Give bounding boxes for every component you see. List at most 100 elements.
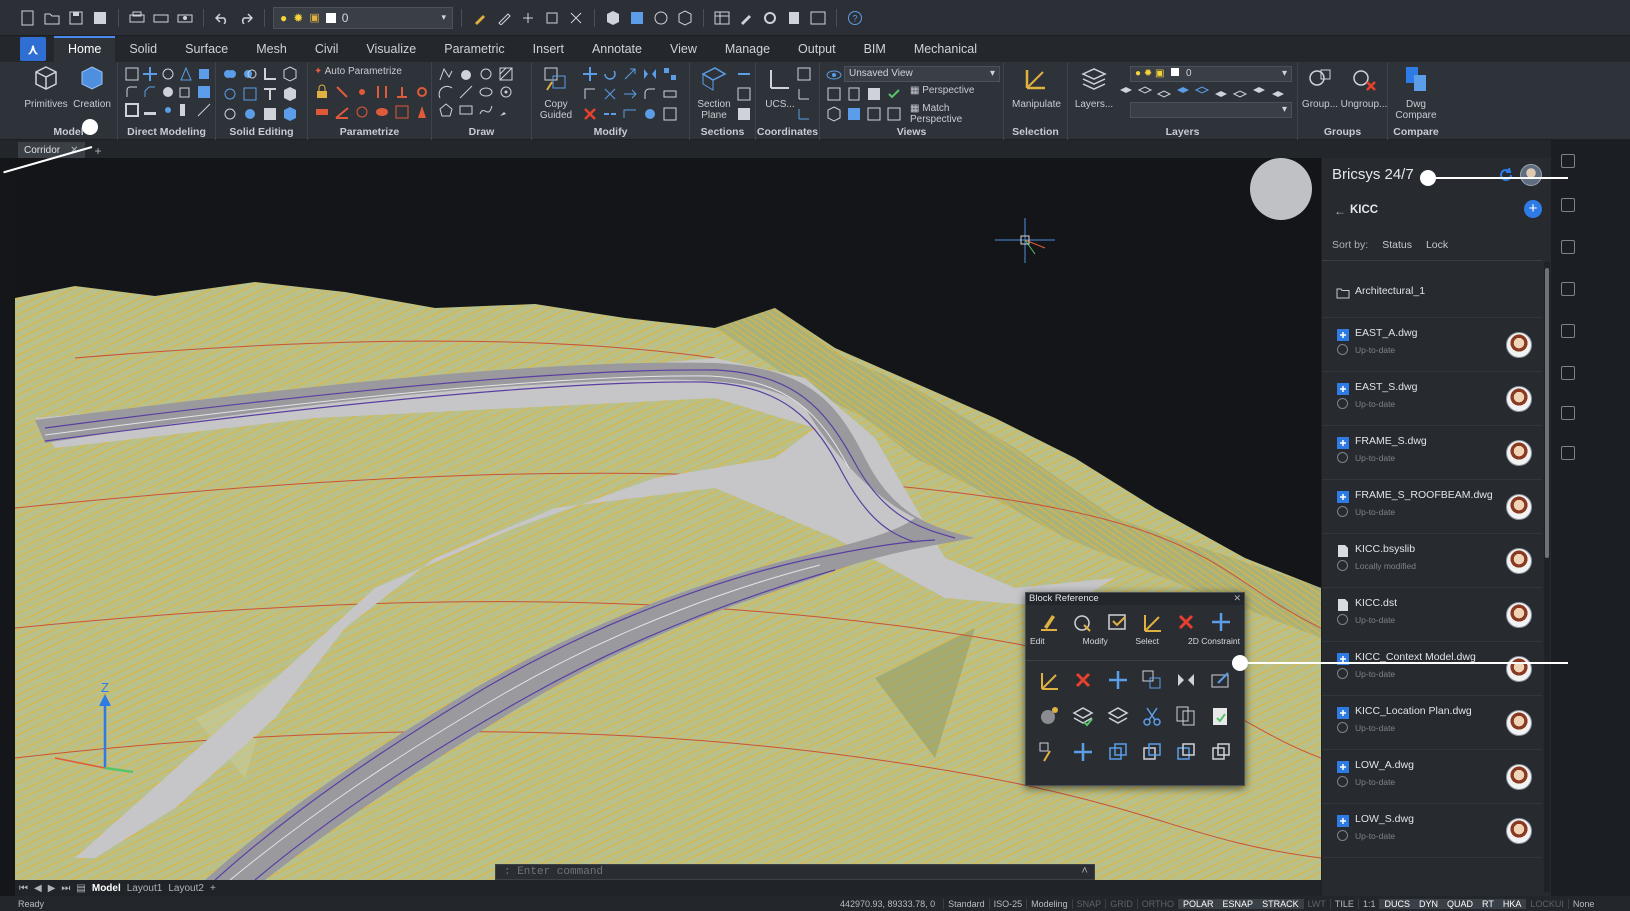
shell-icon[interactable] (124, 102, 140, 118)
table-icon[interactable] (712, 8, 732, 28)
refresh-icon[interactable] (1497, 166, 1515, 184)
status-toggle-grid[interactable]: GRID (1105, 898, 1137, 909)
move-icon[interactable] (582, 66, 598, 82)
owner-avatar[interactable] (1506, 602, 1532, 628)
fix-constraint-icon[interactable] (334, 84, 350, 100)
grid-settings-icon[interactable] (542, 8, 562, 28)
stretch-icon[interactable] (662, 86, 678, 102)
hand-icon[interactable] (458, 66, 474, 82)
tab-manage[interactable]: Manage (711, 36, 784, 62)
layer-dropdown[interactable]: ● ✹ ▣ 0 ▾ (1130, 66, 1292, 82)
polygon-icon[interactable] (438, 102, 454, 118)
status-toggle-none[interactable]: None (1567, 898, 1599, 909)
duplicate-icon[interactable] (1175, 705, 1197, 727)
view-manager-icon[interactable] (886, 106, 902, 122)
clipboard-icon[interactable] (1210, 705, 1232, 727)
file-item[interactable]: EAST_S.dwg Up-to-date (1322, 372, 1542, 426)
print-preview-icon[interactable] (175, 8, 195, 28)
close-icon[interactable]: ✕ (1233, 593, 1241, 604)
layer-check-icon[interactable] (1072, 705, 1095, 727)
move-face-icon[interactable] (142, 66, 158, 82)
owner-avatar[interactable] (1506, 818, 1532, 844)
tab-mesh[interactable]: Mesh (242, 36, 301, 62)
interfere-icon[interactable] (282, 66, 298, 82)
layer-dropdown[interactable]: ● ✹ ▣ 0 ▾ (273, 6, 453, 29)
owner-avatar[interactable] (1506, 656, 1532, 682)
hatch-icon[interactable] (498, 66, 514, 82)
last-layout-icon[interactable]: ⏭ (61, 883, 70, 894)
view-check-icon[interactable] (886, 86, 902, 102)
rotate-icon[interactable] (602, 66, 618, 82)
owner-avatar[interactable] (1506, 332, 1532, 358)
diameter-icon[interactable] (374, 104, 390, 120)
send-under-icon[interactable] (1210, 741, 1232, 763)
view-back-icon[interactable] (866, 106, 882, 122)
status-toggle-hka[interactable]: HKA (1497, 898, 1526, 909)
tab-view[interactable]: View (656, 36, 711, 62)
revolve-face-icon[interactable] (282, 86, 298, 102)
ucs-view-icon[interactable] (796, 86, 812, 102)
move-guided-icon[interactable] (1072, 741, 1094, 763)
modify-icon[interactable] (1072, 611, 1094, 633)
next-layout-icon[interactable]: ▶ (48, 883, 56, 894)
brush-icon[interactable] (498, 102, 514, 118)
mirror-icon[interactable] (1175, 669, 1197, 691)
scrollbar-thumb[interactable] (1545, 268, 1549, 558)
quad-label-2d-constraint[interactable]: 2D Constraint (1188, 636, 1240, 646)
rectangle-icon[interactable] (458, 102, 474, 118)
status-toggle-esnap[interactable]: ESNAP (1217, 898, 1258, 909)
library-panel-icon[interactable] (1561, 282, 1575, 296)
prev-layout-icon[interactable]: ◀ (34, 883, 42, 894)
help-icon[interactable]: ? (845, 8, 865, 28)
status-toggle-rt[interactable]: RT (1477, 898, 1498, 909)
layer-state-dropdown[interactable]: ▾ (1130, 102, 1292, 118)
manipulate-button[interactable]: Manipulate (1012, 64, 1061, 110)
delete-icon[interactable] (1175, 611, 1197, 633)
select-similar-icon[interactable] (1107, 611, 1129, 633)
redo-icon[interactable] (236, 8, 256, 28)
owner-avatar[interactable] (1506, 386, 1532, 412)
polyline-icon[interactable] (438, 66, 454, 82)
edit-icon[interactable] (736, 8, 756, 28)
layer-properties-icon[interactable] (1118, 84, 1134, 100)
snap-settings-icon[interactable] (518, 8, 538, 28)
file-item[interactable]: KICC.dst Up-to-date (1322, 588, 1542, 642)
copy-guided-icon[interactable] (1038, 741, 1060, 763)
view-cube-icon[interactable] (627, 8, 647, 28)
open-icon[interactable] (42, 8, 62, 28)
search-panel-icon[interactable] (1561, 446, 1575, 460)
section-icon[interactable] (242, 86, 258, 102)
offset-icon[interactable] (582, 86, 598, 102)
ellipse-icon[interactable] (478, 84, 494, 100)
status-toggle-lockui[interactable]: LOCKUI (1525, 898, 1568, 909)
view-side-icon[interactable] (866, 86, 882, 102)
view-top-icon[interactable] (826, 86, 842, 102)
perspective-toggle[interactable]: ▦ Perspective (910, 85, 974, 96)
tab-parametric[interactable]: Parametric (430, 36, 518, 62)
distance-icon[interactable] (314, 104, 330, 120)
bring-front-icon[interactable] (1107, 741, 1129, 763)
status-toggle-tile[interactable]: TILE (1329, 898, 1358, 909)
line-icon[interactable] (458, 84, 474, 100)
array-icon[interactable] (662, 66, 678, 82)
drawing-explorer-icon[interactable] (1561, 324, 1575, 338)
manipulate-icon[interactable] (1141, 611, 1163, 633)
properties-panel-icon[interactable] (1561, 198, 1575, 212)
slice-icon[interactable] (222, 86, 238, 102)
status-toggle-ducs[interactable]: DUCS (1379, 898, 1414, 909)
ucs-object-icon[interactable] (796, 106, 812, 122)
chevron-up-icon[interactable]: ˄ (1081, 865, 1088, 879)
parameters-icon[interactable] (394, 104, 410, 120)
rotate-face-icon[interactable] (160, 66, 176, 82)
cube-icon[interactable] (603, 8, 623, 28)
clean-icon[interactable] (196, 102, 212, 118)
chamfer-icon[interactable] (142, 84, 158, 100)
extrude-face-icon[interactable] (262, 86, 278, 102)
delete-icon[interactable] (1072, 669, 1094, 691)
perpendicular-icon[interactable] (394, 84, 410, 100)
scale-icon[interactable] (622, 66, 638, 82)
spline-icon[interactable] (478, 102, 494, 118)
status-toggle-quad[interactable]: QUAD (1441, 898, 1477, 909)
move-icon[interactable] (1107, 669, 1129, 691)
status-toggle-lwt[interactable]: LWT (1302, 898, 1330, 909)
